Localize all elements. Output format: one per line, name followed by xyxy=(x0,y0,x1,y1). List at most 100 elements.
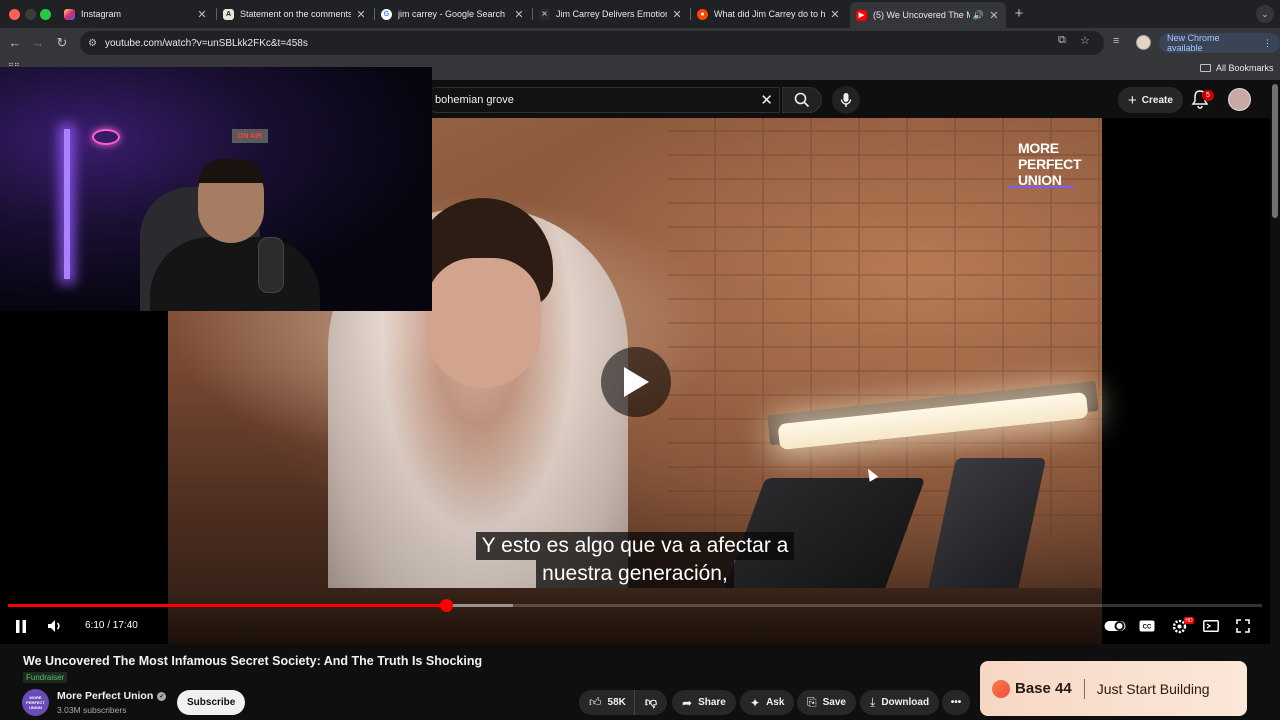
close-tab-icon[interactable]: ✕ xyxy=(829,8,841,21)
microphone xyxy=(258,237,284,293)
subscribe-button[interactable]: Subscribe xyxy=(177,690,246,715)
download-button[interactable]: ⤓ Download xyxy=(860,690,940,715)
time-display: 6:10 / 17:40 xyxy=(85,620,138,631)
volume-icon xyxy=(48,620,60,632)
minimize-window-button[interactable] xyxy=(25,9,36,20)
close-tab-icon[interactable]: ✕ xyxy=(671,8,683,21)
reload-icon[interactable]: ↻ xyxy=(54,35,70,51)
bookmark-star-icon[interactable]: ☆ xyxy=(1080,34,1090,47)
tab-youtube-active[interactable]: ▶ (5) We Uncovered The Mo 🔊 ✕ xyxy=(850,2,1006,28)
tab-search-button[interactable]: ⌄ xyxy=(1256,5,1274,23)
url-text: youtube.com/watch?v=unSBLkk2FKc&t=458s xyxy=(104,37,308,49)
close-tab-icon[interactable]: ✕ xyxy=(988,9,1000,22)
search-icon xyxy=(794,92,810,108)
close-window-button[interactable] xyxy=(9,9,20,20)
new-chrome-label: New Chrome available xyxy=(1167,33,1220,53)
account-avatar[interactable] xyxy=(1228,88,1251,111)
channel-name[interactable]: More Perfect Union xyxy=(57,690,153,702)
forward-icon[interactable]: → xyxy=(30,35,46,50)
cc-icon: CC xyxy=(1139,620,1155,632)
create-label: Create xyxy=(1141,94,1173,106)
tab-google-search[interactable]: G jim carrey - Google Search ✕ xyxy=(375,2,531,26)
desk xyxy=(168,588,1102,644)
page-scrollbar[interactable] xyxy=(1272,84,1278,218)
close-tab-icon[interactable]: ✕ xyxy=(196,8,208,21)
channel-avatar[interactable]: MORE PERFECT UNION xyxy=(22,689,49,716)
search-query: bohemian grove xyxy=(435,94,514,106)
save-button[interactable]: ⎘ Save xyxy=(797,690,856,715)
sponsored-banner[interactable]: Base 44 Just Start Building xyxy=(980,661,1247,716)
sparkle-icon: ✦ xyxy=(750,695,761,710)
ufo-neon-sign xyxy=(92,129,120,145)
play-icon xyxy=(624,367,649,397)
svg-text:CC: CC xyxy=(1143,625,1152,631)
on-air-sign: ON AIR xyxy=(232,129,268,143)
close-tab-icon[interactable]: ✕ xyxy=(513,8,525,21)
caption-line-1-wrap: Y esto es algo que va a afectar a xyxy=(360,532,910,560)
channel-name-row[interactable]: More Perfect Union ✓ xyxy=(57,690,167,702)
share-icon: ➦ xyxy=(682,695,693,710)
autoplay-icon xyxy=(1104,621,1126,631)
subscriber-count: 3.03M subscribers xyxy=(57,705,127,715)
fullscreen-button[interactable] xyxy=(1234,617,1252,635)
tab-instagram[interactable]: Instagram ✕ xyxy=(58,2,214,26)
webcam-overlay: ON AIR xyxy=(0,67,432,311)
tab-strip: Instagram ✕ A Statement on the comments … xyxy=(0,0,1280,28)
reading-list-icon[interactable]: ≡ xyxy=(1113,35,1119,47)
pause-button[interactable] xyxy=(13,617,29,635)
big-play-button[interactable] xyxy=(601,347,671,417)
close-tab-icon[interactable]: ✕ xyxy=(355,8,367,21)
autoplay-toggle[interactable] xyxy=(1104,617,1126,635)
clear-search-icon[interactable]: ✕ xyxy=(760,91,773,109)
profile-avatar[interactable] xyxy=(1136,35,1151,50)
caption-line-2-wrap: nuestra generación, xyxy=(360,560,910,588)
ad-divider xyxy=(1083,678,1085,699)
fundraiser-badge[interactable]: Fundraiser xyxy=(23,672,68,683)
tab-jim-carrey-article[interactable]: ✕ Jim Carrey Delivers Emotional ✕ xyxy=(533,2,689,26)
theater-mode-button[interactable] xyxy=(1202,617,1220,635)
progress-scrubber[interactable] xyxy=(439,599,453,612)
captions-button[interactable]: CC xyxy=(1138,617,1156,635)
like-count: 58K xyxy=(607,697,626,708)
share-button[interactable]: ➦ Share xyxy=(672,690,736,715)
search-input[interactable]: bohemian grove ✕ xyxy=(424,87,780,113)
tab-reddit[interactable]: ● What did Jim Carrey do to his ✕ xyxy=(691,2,847,26)
browser-toolbar: ← → ↻ ⚙ youtube.com/watch?v=unSBLkk2FKc&… xyxy=(0,28,1280,58)
streamer-hair xyxy=(198,159,264,183)
like-button[interactable]: 👍︎ 58K xyxy=(579,690,635,715)
folder-icon xyxy=(1200,64,1211,72)
ad-brand: Base 44 xyxy=(1015,680,1072,697)
tab-title: Instagram xyxy=(81,9,122,19)
ask-button[interactable]: ✦ Ask xyxy=(740,690,795,715)
voice-search-button[interactable] xyxy=(832,86,860,114)
anthropic-icon: A xyxy=(223,8,234,20)
youtube-icon: ▶ xyxy=(856,9,867,21)
download-icon: ⤓ xyxy=(870,695,876,709)
google-icon: G xyxy=(381,8,392,20)
tab-statement[interactable]: A Statement on the comments ✕ xyxy=(217,2,373,26)
caption-line-1: Y esto es algo que va a afectar a xyxy=(475,532,795,560)
channel-watermark: MORE PERFECT UNION xyxy=(1018,140,1082,188)
all-bookmarks-button[interactable]: All Bookmarks xyxy=(1200,63,1274,73)
create-button[interactable]: + Create xyxy=(1118,87,1183,113)
address-bar[interactable]: ⚙ youtube.com/watch?v=unSBLkk2FKc&t=458s xyxy=(80,31,1104,55)
instagram-icon xyxy=(64,8,75,20)
notification-count-badge: 5 xyxy=(1202,90,1214,101)
site-info-icon[interactable]: ⚙ xyxy=(88,38,97,49)
search-button[interactable] xyxy=(782,87,822,113)
tab-title: What did Jim Carrey do to his xyxy=(714,9,825,19)
ask-label: Ask xyxy=(766,697,785,708)
thumbs-down-icon: 👎︎ xyxy=(644,695,658,709)
save-label: Save xyxy=(822,697,846,708)
speaker-icon[interactable]: 🔊 xyxy=(973,10,984,21)
install-app-icon[interactable]: ⧉ xyxy=(1058,34,1066,47)
mute-button[interactable] xyxy=(46,617,64,635)
new-tab-button[interactable]: + xyxy=(1011,5,1027,22)
site-icon: ✕ xyxy=(539,8,550,20)
more-actions-button[interactable]: ••• xyxy=(942,690,970,715)
new-chrome-available-button[interactable]: New Chrome available ⋮ xyxy=(1159,33,1280,53)
dislike-button[interactable]: 👎︎ xyxy=(635,695,667,710)
maximize-window-button[interactable] xyxy=(40,9,51,20)
back-icon[interactable]: ← xyxy=(7,35,23,50)
kebab-menu-icon[interactable]: ⋮ xyxy=(1263,38,1272,49)
